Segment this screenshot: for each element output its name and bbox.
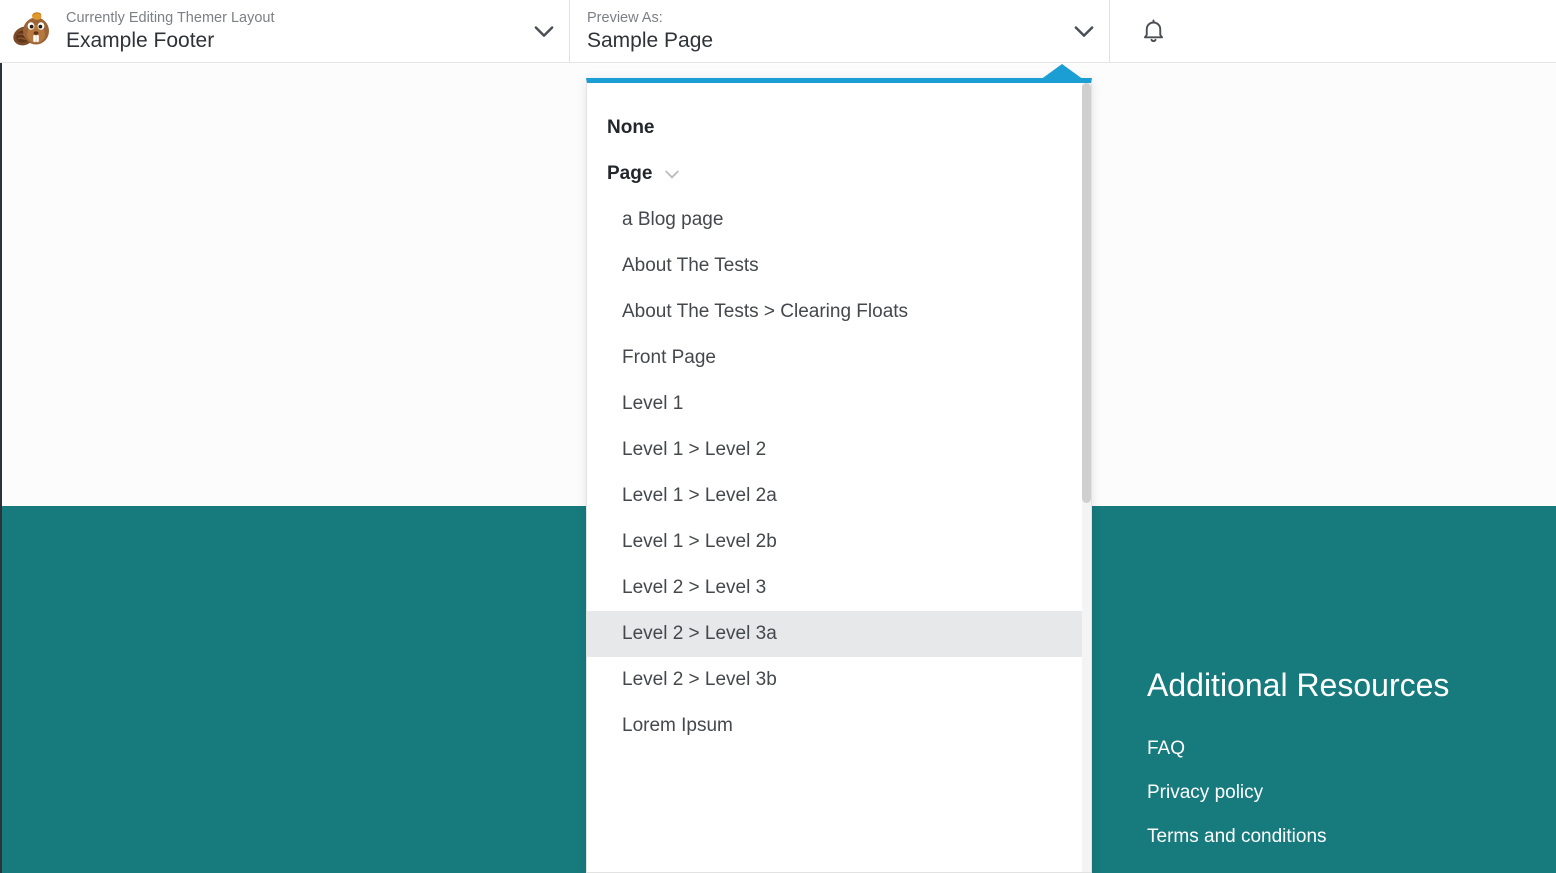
dropdown-option-label: Level 1 > Level 2b bbox=[622, 531, 777, 552]
dropdown-option-label: Lorem Ipsum bbox=[622, 715, 733, 736]
preview-as-dropdown: None Page a Blog page About The Tests About … bbox=[586, 78, 1092, 873]
currently-editing-labels: Currently Editing Themer Layout Example … bbox=[66, 9, 519, 54]
currently-editing-value: Example Footer bbox=[66, 27, 519, 54]
dropdown-option-label: None bbox=[607, 114, 655, 142]
dropdown-option-label: a Blog page bbox=[622, 209, 723, 230]
dropdown-option-label: Level 2 > Level 3a bbox=[622, 623, 777, 644]
dropdown-option-label: Level 2 > Level 3 bbox=[622, 577, 766, 598]
dropdown-option-level-1-level-2[interactable]: Level 1 > Level 2 bbox=[587, 427, 1091, 473]
dropdown-option-level-1-level-2a[interactable]: Level 1 > Level 2a bbox=[587, 473, 1091, 519]
app-root: Content Area Get In Touch! 1-800-999-999… bbox=[0, 0, 1556, 873]
chevron-down-icon[interactable] bbox=[662, 164, 682, 184]
additional-resources-heading: Additional Resources bbox=[1147, 666, 1449, 704]
dropdown-option-none[interactable]: None bbox=[587, 105, 1091, 151]
dropdown-option-level-2-level-3[interactable]: Level 2 > Level 3 bbox=[587, 565, 1091, 611]
dropdown-option-label: Level 1 bbox=[622, 393, 683, 414]
dropdown-option-about-the-tests[interactable]: About The Tests bbox=[587, 243, 1091, 289]
list-item: Terms and conditions bbox=[1147, 826, 1327, 848]
preview-as-eyebrow: Preview As: bbox=[587, 9, 1059, 27]
resource-link-privacy-policy[interactable]: Privacy policy bbox=[1147, 782, 1263, 803]
resource-link-faq[interactable]: FAQ bbox=[1147, 738, 1185, 759]
dropdown-option-level-1-level-2b[interactable]: Level 1 > Level 2b bbox=[587, 519, 1091, 565]
dropdown-option-lorem-ipsum[interactable]: Lorem Ipsum bbox=[587, 703, 1091, 749]
preview-as-option-list: None Page a Blog page About The Tests About … bbox=[587, 105, 1091, 749]
preview-as-value: Sample Page bbox=[587, 27, 1059, 54]
beaver-builder-logo-icon bbox=[10, 9, 54, 53]
admin-bar: Currently Editing Themer Layout Example … bbox=[0, 0, 1556, 63]
dropdown-option-label: Level 1 > Level 2a bbox=[622, 485, 777, 506]
preview-as-section[interactable]: Preview As: Sample Page bbox=[570, 0, 1110, 62]
dropdown-pointer-arrow bbox=[1040, 64, 1084, 80]
currently-editing-chevron-down-icon[interactable] bbox=[519, 17, 569, 45]
bell-icon[interactable] bbox=[1140, 18, 1167, 45]
currently-editing-eyebrow: Currently Editing Themer Layout bbox=[66, 9, 519, 27]
footer-column-spacer bbox=[2, 506, 588, 873]
dropdown-option-label: Level 1 > Level 2 bbox=[622, 439, 766, 460]
list-item: FAQ bbox=[1147, 738, 1327, 760]
dropdown-scrollbar-track[interactable] bbox=[1082, 83, 1091, 872]
dropdown-option-label: About The Tests > Clearing Floats bbox=[622, 301, 908, 322]
dropdown-option-a-blog-page[interactable]: a Blog page bbox=[587, 197, 1091, 243]
dropdown-scrollbar-thumb[interactable] bbox=[1082, 83, 1091, 503]
resources-list: FAQ Privacy policy Terms and conditions bbox=[1147, 738, 1327, 870]
footer-column-additional-resources: Additional Resources FAQ Privacy policy … bbox=[1092, 506, 1556, 873]
preview-as-chevron-down-icon[interactable] bbox=[1059, 17, 1109, 45]
dropdown-option-label: Page bbox=[607, 160, 652, 188]
dropdown-option-level-2-level-3b[interactable]: Level 2 > Level 3b bbox=[587, 657, 1091, 703]
preview-as-labels: Preview As: Sample Page bbox=[587, 9, 1059, 54]
preview-as-dropdown-scroll-area: None Page a Blog page About The Tests About … bbox=[587, 83, 1091, 872]
dropdown-option-level-2-level-3a[interactable]: Level 2 > Level 3a bbox=[587, 611, 1091, 657]
currently-editing-section[interactable]: Currently Editing Themer Layout Example … bbox=[0, 0, 570, 62]
notifications-section[interactable] bbox=[1110, 0, 1196, 62]
dropdown-option-label: Level 2 > Level 3b bbox=[622, 669, 777, 690]
dropdown-option-label: About The Tests bbox=[622, 255, 759, 276]
dropdown-option-about-the-tests-clearing-floats[interactable]: About The Tests > Clearing Floats bbox=[587, 289, 1091, 335]
dropdown-option-page[interactable]: Page bbox=[587, 151, 1091, 197]
dropdown-option-label: Front Page bbox=[622, 347, 716, 368]
dropdown-option-level-1[interactable]: Level 1 bbox=[587, 381, 1091, 427]
resource-link-terms-and-conditions[interactable]: Terms and conditions bbox=[1147, 826, 1327, 847]
dropdown-option-front-page[interactable]: Front Page bbox=[587, 335, 1091, 381]
list-item: Privacy policy bbox=[1147, 782, 1327, 804]
